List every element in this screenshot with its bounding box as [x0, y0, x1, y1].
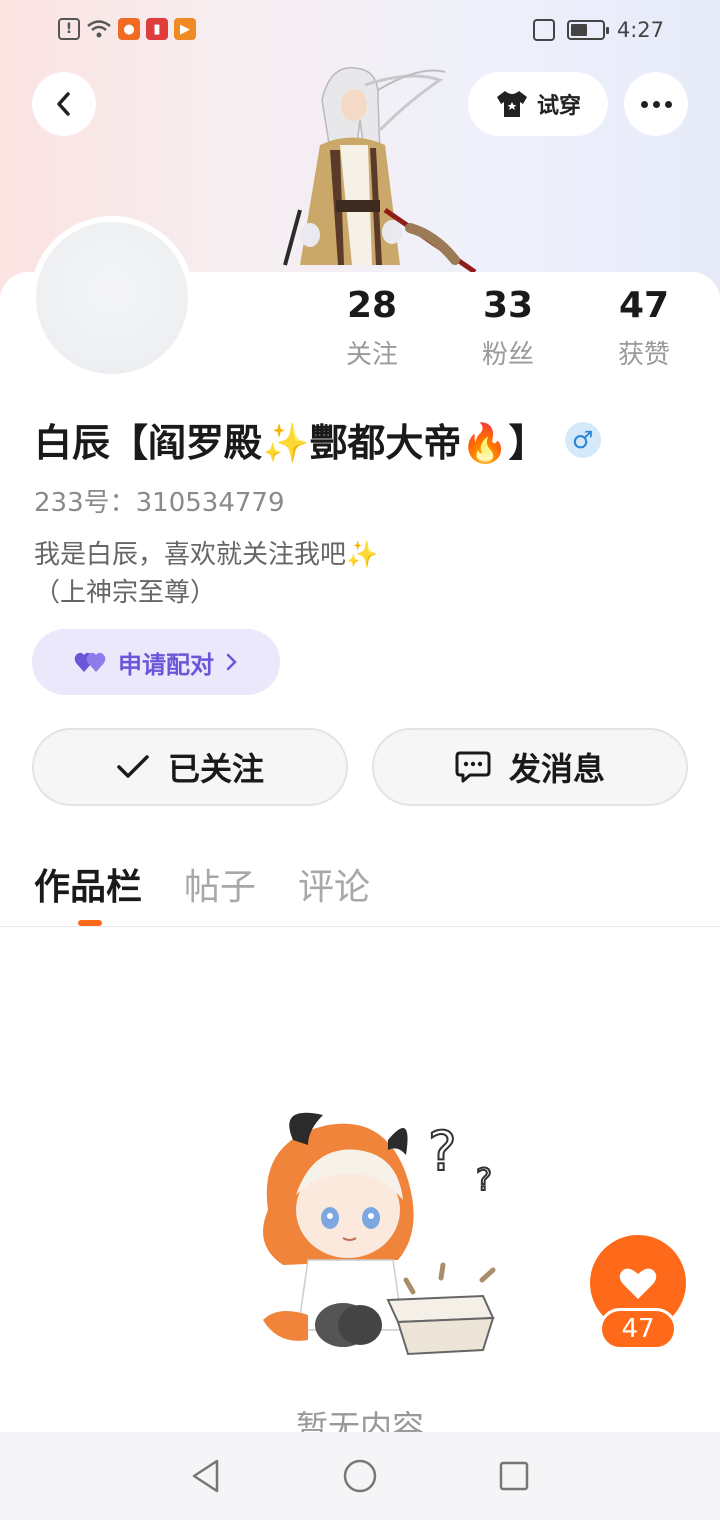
profile-uid: 233号：310534779: [34, 488, 285, 518]
app-icon-1: ●: [118, 18, 140, 40]
following-button[interactable]: 已关注: [32, 728, 348, 806]
status-right: 4:27: [532, 18, 664, 42]
send-message-label: 发消息: [508, 750, 605, 788]
shirt-icon: [496, 91, 527, 117]
male-gender-icon: ♂: [564, 421, 601, 458]
profile-name: 白辰【阎罗殿✨酆都大帝🔥】: [34, 421, 547, 465]
circle-home-icon: [343, 1459, 377, 1493]
stat-likes[interactable]: 47 获赞: [584, 284, 704, 371]
chevron-left-icon: [57, 92, 70, 116]
bio-line-1: 我是白辰，喜欢就关注我吧✨: [34, 540, 379, 570]
tab-comments[interactable]: 评论: [298, 858, 370, 910]
status-time: 4:27: [616, 18, 664, 42]
battery-icon: [566, 20, 609, 40]
bio-line-2: （上神宗至尊）: [34, 578, 217, 608]
tab-works[interactable]: 作品栏: [34, 858, 142, 910]
stat-likes-label: 获赞: [617, 340, 670, 370]
try-on-label: 试穿: [536, 94, 581, 119]
tab-posts[interactable]: 帖子: [184, 858, 256, 910]
request-pair-button[interactable]: 申请配对: [32, 629, 280, 695]
more-options-button[interactable]: [624, 72, 688, 136]
content-tabs: 作品栏 帖子 评论: [34, 858, 370, 910]
character-figure: [260, 60, 490, 275]
app-icon-2: ▮: [146, 18, 168, 40]
wifi-icon: [86, 18, 112, 40]
back-button[interactable]: [32, 72, 96, 136]
status-left: ! ● ▮ ▶: [58, 18, 196, 40]
empty-state-illustration: ? ?: [238, 1100, 508, 1360]
nav-home-button[interactable]: [333, 1449, 387, 1503]
profile-name-row: 白辰【阎罗殿✨酆都大帝🔥】 ♂: [34, 412, 601, 467]
stat-following-value: 28: [346, 285, 398, 326]
app-icon-3: ▶: [174, 18, 196, 40]
notification-icon: !: [58, 18, 80, 40]
stat-following-label: 关注: [345, 340, 398, 370]
tabs-divider: [0, 926, 720, 927]
system-nav-bar: [0, 1432, 720, 1520]
following-label: 已关注: [167, 750, 264, 788]
stat-followers-value: 33: [482, 285, 534, 326]
triangle-back-icon: [192, 1459, 219, 1493]
chat-bubble-icon: [455, 751, 491, 783]
request-pair-label: 申请配对: [118, 650, 214, 679]
chevron-right-icon: [226, 653, 237, 671]
more-icon: [640, 100, 672, 108]
double-heart-icon: [74, 652, 106, 672]
stat-likes-value: 47: [618, 285, 670, 326]
status-bar: ! ● ▮ ▶ 4:27: [0, 0, 720, 60]
svg-text:?: ?: [428, 1120, 457, 1183]
nav-recents-button[interactable]: [487, 1449, 541, 1503]
stat-followers-label: 粉丝: [481, 340, 534, 370]
square-recents-icon: [499, 1461, 529, 1491]
vibrate-icon: [532, 19, 555, 41]
svg-text:?: ?: [476, 1163, 492, 1198]
send-message-button[interactable]: 发消息: [372, 728, 688, 806]
stat-following[interactable]: 28 关注: [312, 284, 432, 371]
profile-bio: 我是白辰，喜欢就关注我吧✨ （上神宗至尊）: [34, 536, 378, 612]
try-on-button[interactable]: 试穿: [468, 72, 608, 136]
nav-back-button[interactable]: [179, 1449, 233, 1503]
heart-icon: [619, 1268, 657, 1299]
like-count-badge: 47: [599, 1308, 677, 1350]
stat-followers[interactable]: 33 粉丝: [448, 284, 568, 371]
checkmark-icon: [117, 755, 149, 778]
avatar[interactable]: [36, 222, 188, 374]
